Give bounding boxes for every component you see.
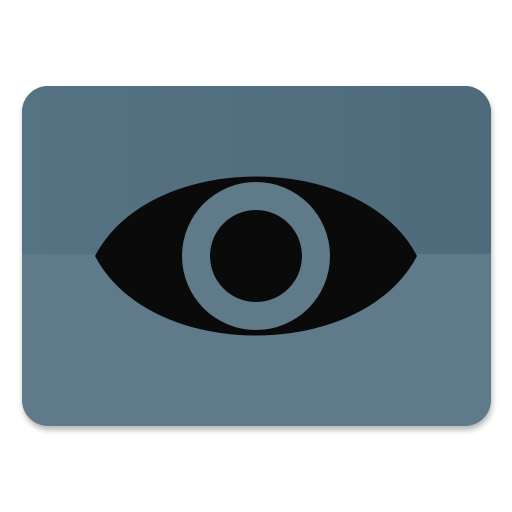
app-icon (22, 86, 492, 430)
pupil (210, 210, 302, 302)
app-icon-stage (0, 0, 512, 512)
